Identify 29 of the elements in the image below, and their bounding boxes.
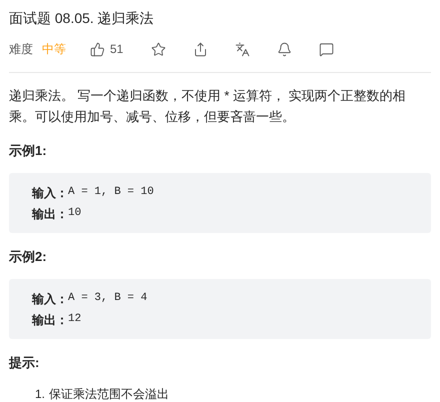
code-value: A = 3, B = 4 <box>68 291 148 306</box>
code-value: 12 <box>68 312 82 328</box>
notify-button[interactable] <box>277 42 292 56</box>
star-icon <box>151 42 166 56</box>
code-value: A = 1, B = 10 <box>68 185 154 200</box>
share-icon <box>193 42 208 56</box>
code-label: 输入： <box>32 290 68 308</box>
translate-icon <box>235 42 250 56</box>
translate-button[interactable] <box>235 42 250 56</box>
share-button[interactable] <box>193 42 208 56</box>
code-label: 输出： <box>32 206 68 222</box>
thumbs-up-icon <box>90 42 105 56</box>
favorite-button[interactable] <box>151 42 166 56</box>
problem-title: 面试题 08.05. 递归乘法 <box>9 9 155 28</box>
hint-text: 保证乘法范围不会溢出 <box>49 386 170 402</box>
problem-description: 递归乘法。 写一个递归函数，不使用 * 运算符， 实现两个正整数的相乘。可以使用加号、减号、位移，但要吝啬一些。 <box>9 87 407 126</box>
code-value: 10 <box>68 206 82 222</box>
like-button[interactable]: 51 <box>90 40 124 58</box>
bell-icon <box>277 42 292 56</box>
comment-icon <box>319 42 334 56</box>
feedback-button[interactable] <box>319 42 334 56</box>
code-label: 输入： <box>32 184 68 202</box>
difficulty-value: 中等 <box>42 41 66 58</box>
example-heading: 示例1: <box>9 142 48 160</box>
list-number: 1. <box>35 386 46 402</box>
difficulty-label: 难度 <box>9 41 33 58</box>
hints-heading: 提示: <box>9 354 40 372</box>
example-heading: 示例2: <box>9 248 48 266</box>
code-label: 输出： <box>32 312 68 328</box>
